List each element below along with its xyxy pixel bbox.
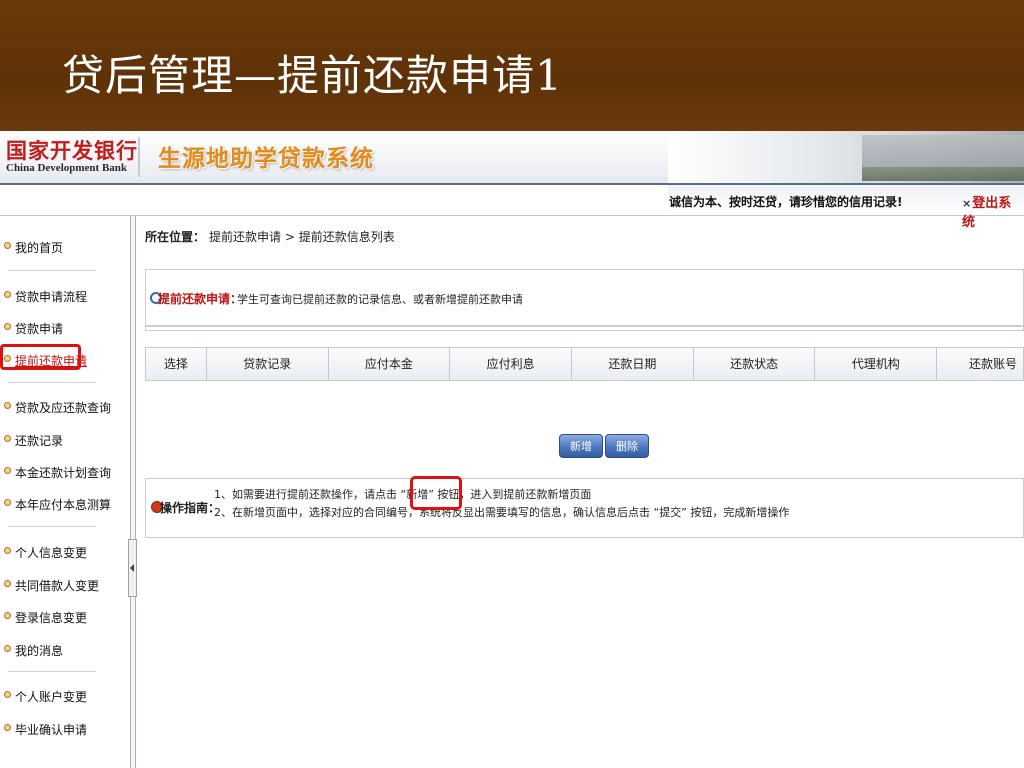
- add-button[interactable]: 新增: [559, 434, 603, 458]
- repayment-table-header: 选择 贷款记录 应付本金 应付利息 还款日期 还款状态 代理机构 还款账号: [145, 347, 1024, 381]
- sidebar-item-graduation[interactable]: 毕业确认申请: [0, 716, 128, 742]
- bullet-icon: [4, 645, 11, 652]
- column-header[interactable]: 代理机构: [815, 348, 938, 380]
- top-info-bar: 诚信为本、按时还贷，请珍惜您的信用记录! ×登出系统: [0, 185, 1024, 230]
- bullet-icon: [4, 612, 11, 619]
- column-header[interactable]: 还款状态: [694, 348, 816, 380]
- app-window: 国家开发银行 China Development Bank 生源地助学贷款系统 …: [0, 131, 1024, 768]
- sidebar-divider: [8, 270, 96, 271]
- bullet-icon: [4, 402, 11, 409]
- bullet-icon: [4, 435, 11, 442]
- column-header[interactable]: 贷款记录: [207, 348, 329, 380]
- sidebar-item-label: 本年应付本息测算: [15, 498, 112, 512]
- sidebar-item-label: 贷款申请: [15, 322, 64, 336]
- column-header[interactable]: 应付本金: [329, 348, 451, 380]
- sidebar-item-loan-query[interactable]: 贷款及应还款查询: [0, 394, 128, 420]
- system-title: 生源地助学贷款系统: [158, 146, 374, 172]
- sidebar-item-label: 本金还款计划查询: [15, 466, 112, 480]
- sidebar-item-label: 我的消息: [15, 644, 64, 658]
- slide-title: 贷后管理—提前还款申请1: [62, 51, 563, 100]
- bullet-icon: [4, 323, 11, 330]
- breadcrumb: 所在位置： 提前还款申请 > 提前还款信息列表: [145, 228, 395, 245]
- sidebar-splitter[interactable]: [130, 216, 136, 768]
- sidebar-item-loan-process[interactable]: 贷款申请流程: [0, 283, 128, 309]
- sidebar-item-label: 登录信息变更: [15, 611, 88, 625]
- intro-text: 学生可查询已提前还款的记录信息、或者新增提前还款申请: [237, 293, 523, 306]
- column-header[interactable]: 应付利息: [450, 348, 573, 380]
- column-header[interactable]: 还款日期: [572, 348, 694, 380]
- breadcrumb-label: 所在位置：: [145, 230, 206, 244]
- bullet-icon: [4, 580, 11, 587]
- guide-label: 操作指南：: [160, 501, 221, 515]
- sidebar-item-interest-estimate[interactable]: 本年应付本息测算: [0, 491, 128, 517]
- bank-logo-cn: 国家开发银行: [6, 139, 138, 163]
- bullet-icon: [4, 724, 11, 731]
- intro-label: 提前还款申请：: [158, 292, 243, 306]
- highlight-box-add: [410, 476, 462, 510]
- bullet-icon: [4, 242, 11, 249]
- sidebar-item-loan-apply[interactable]: 贷款申请: [0, 315, 128, 341]
- sidebar-item-label: 个人信息变更: [15, 546, 88, 560]
- sidebar-item-label: 还款记录: [15, 434, 64, 448]
- guide-line: 2、在新增页面中，选择对应的合同编号，系统将反显出需要填写的信息，确认信息后点击…: [214, 506, 790, 519]
- credit-slogan: 诚信为本、按时还贷，请珍惜您的信用记录!: [669, 195, 903, 209]
- sidebar-item-label: 毕业确认申请: [15, 723, 88, 737]
- breadcrumb-path: 提前还款申请 > 提前还款信息列表: [209, 230, 395, 244]
- bank-logo-en: China Development Bank: [6, 162, 128, 174]
- sidebar-item-label: 个人账户变更: [15, 690, 88, 704]
- sidebar-item-repayment-records[interactable]: 还款记录: [0, 427, 128, 453]
- column-header[interactable]: 选择: [146, 348, 207, 380]
- building-image: [862, 135, 1024, 181]
- sidebar-divider: [8, 671, 96, 672]
- sidebar: 我的首页 贷款申请流程 贷款申请 提前还款申请 贷款及应还款查询 还款记录 本金…: [0, 216, 130, 768]
- main-content: 所在位置： 提前还款申请 > 提前还款信息列表 提前还款申请： 学生可查询已提前还…: [145, 216, 1024, 768]
- collapse-sidebar-button[interactable]: [128, 539, 137, 597]
- app-banner: 国家开发银行 China Development Bank 生源地助学贷款系统: [0, 131, 1024, 185]
- close-icon: ×: [962, 197, 972, 210]
- sidebar-item-label: 贷款申请流程: [15, 290, 88, 304]
- bullet-icon: [4, 499, 11, 506]
- sidebar-item-messages[interactable]: 我的消息: [0, 637, 128, 663]
- sidebar-item-label: 共同借款人变更: [15, 579, 100, 593]
- highlight-box-sidebar: [0, 344, 81, 370]
- guide-panel: 操作指南： 1、如需要进行提前还款操作，请点击 “新增” 按钮，进入到提前还款新…: [145, 478, 1024, 538]
- slide-title-bar: 贷后管理—提前还款申请1: [0, 0, 1024, 131]
- sidebar-item-label: 贷款及应还款查询: [15, 401, 112, 415]
- bullet-icon: [4, 691, 11, 698]
- sidebar-divider: [8, 526, 96, 527]
- sidebar-item-principal-plan[interactable]: 本金还款计划查询: [0, 459, 128, 485]
- sidebar-divider: [8, 382, 96, 383]
- bullet-icon: [4, 291, 11, 298]
- sidebar-item-personal-info[interactable]: 个人信息变更: [0, 539, 128, 565]
- banner-divider: [138, 137, 140, 177]
- sidebar-item-account-change[interactable]: 个人账户变更: [0, 683, 128, 709]
- delete-button[interactable]: 删除: [605, 434, 649, 458]
- sidebar-item-co-borrower[interactable]: 共同借款人变更: [0, 572, 128, 598]
- guide-line: 1、如需要进行提前还款操作，请点击 “新增” 按钮，进入到提前还款新增页面: [214, 488, 592, 501]
- column-header[interactable]: 还款账号: [937, 348, 1023, 380]
- intro-panel: 提前还款申请： 学生可查询已提前还款的记录信息、或者新增提前还款申请: [145, 269, 1024, 331]
- bullet-icon: [4, 547, 11, 554]
- sidebar-item-home[interactable]: 我的首页: [0, 234, 128, 260]
- sidebar-item-label: 我的首页: [15, 241, 64, 255]
- sidebar-item-login-info[interactable]: 登录信息变更: [0, 604, 128, 630]
- bullet-icon: [4, 467, 11, 474]
